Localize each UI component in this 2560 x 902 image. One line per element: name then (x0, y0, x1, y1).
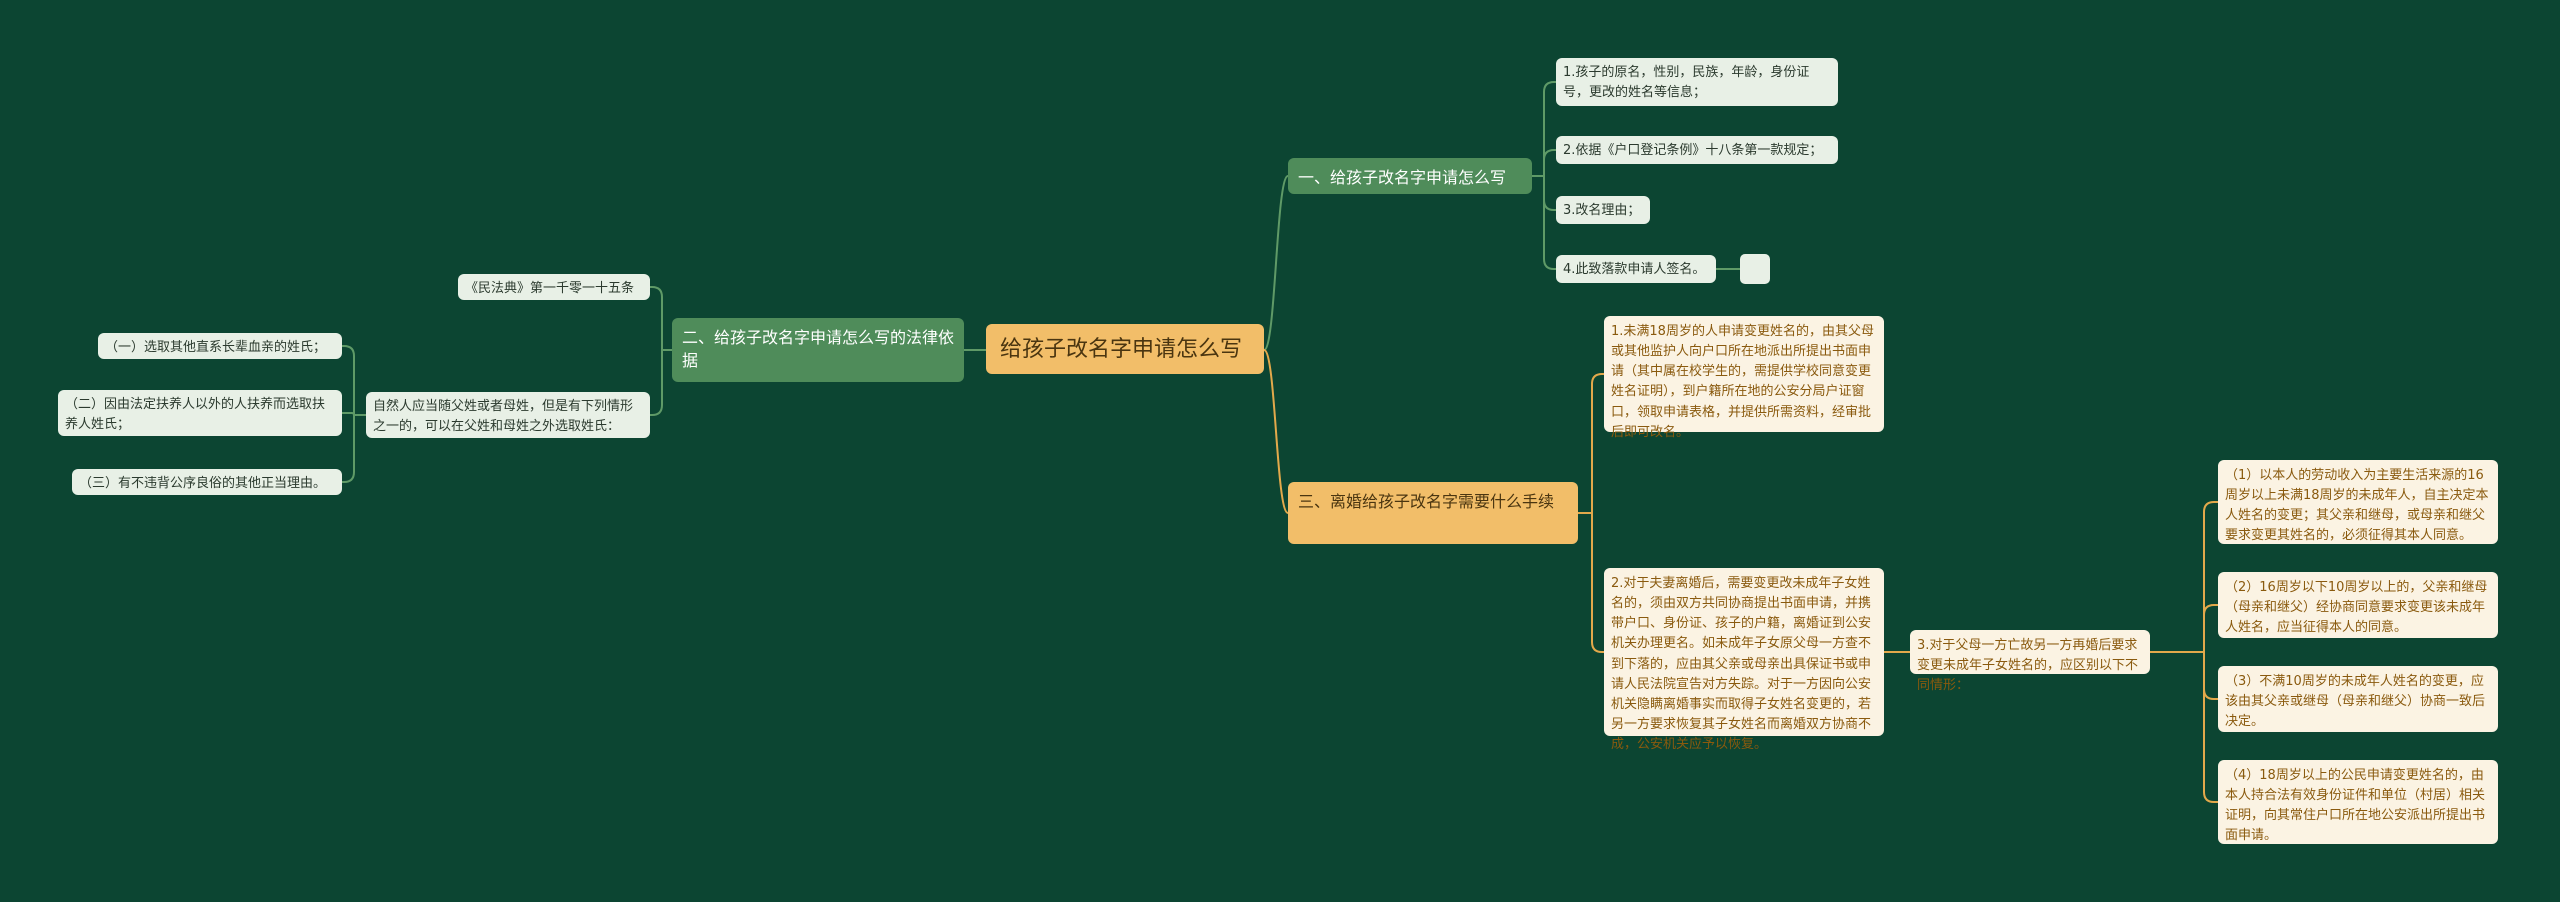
link-b1-1 (1543, 149, 1556, 176)
branch-1-item-4[interactable]: 4.此致落款申请人签名。 (1556, 255, 1716, 283)
link-b1-3 (1543, 176, 1556, 270)
branch-3-item-2[interactable]: 2.对于夫妻离婚后，需要变更改未成年子女姓名的，须由双方共同协商提出书面申请，并… (1604, 568, 1884, 752)
branch-3-topic[interactable]: 三、离婚给孩子改名字需要什么手续 (1288, 482, 1578, 544)
link-b1-2 (1543, 176, 1556, 211)
rule-item-2[interactable]: （二）因由法定扶养人以外的人扶养而选取扶养人姓氏； (58, 390, 342, 436)
link-b3-0 (1591, 373, 1604, 513)
link-b3-1 (1591, 513, 1604, 653)
branch-3-sub-1[interactable]: （1）以本人的劳动收入为主要生活来源的16周岁以上未满18周岁的未成年人，自主决… (2218, 460, 2498, 544)
link-rule-2 (342, 415, 355, 483)
branch-3-sub-3[interactable]: （3）不满10周岁的未成年人姓名的变更，应该由其父亲或继母（母亲和继父）协商一致… (2218, 666, 2498, 732)
branch-3-item-1[interactable]: 1.未满18周岁的人申请变更姓名的，由其父母或其他监护人向户口所在地派出所提出书… (1604, 316, 1884, 440)
law-reference[interactable]: 《民法典》第一千零一十五条 (458, 274, 650, 300)
link-rule-1 (342, 412, 355, 416)
rule-item-3[interactable]: （三）有不违背公序良俗的其他正当理由。 (72, 469, 342, 495)
link-b3-subs-0 (2203, 501, 2218, 652)
link-rule-0 (342, 345, 355, 415)
link-b3-subs-3 (2203, 652, 2218, 803)
link-root-b1 (1263, 175, 1289, 351)
root-topic[interactable]: 给孩子改名字申请怎么写 (986, 324, 1264, 374)
branch-3-sub-2[interactable]: （2）16周岁以下10周岁以上的，父亲和继母（母亲和继父）经协商同意要求变更该未… (2218, 572, 2498, 638)
branch-3-item-3[interactable]: 3.对于父母一方亡故另一方再婚后要求变更未成年子女姓名的，应区别以下不同情形： (1910, 630, 2150, 693)
branch-3-sub-4[interactable]: （4）18周岁以上的公民申请变更姓名的，由本人持合法有效身份证件和单位（村居）相… (2218, 760, 2498, 844)
branch-1-item-1[interactable]: 1.孩子的原名，性别，民族，年龄，身份证号，更改的姓名等信息； (1556, 58, 1838, 106)
rule-item-1[interactable]: （一）选取其他直系长辈血亲的姓氏； (98, 333, 342, 359)
law-rule-text[interactable]: 自然人应当随父姓或者母姓，但是有下列情形之一的，可以在父姓和母姓之外选取姓氏： (366, 392, 650, 438)
link-b2-0 (650, 286, 663, 350)
branch-1-topic[interactable]: 一、给孩子改名字申请怎么写 (1288, 158, 1532, 194)
branch-1-item-2[interactable]: 2.依据《户口登记条例》十八条第一款规定； (1556, 136, 1838, 164)
branch-1-item-3[interactable]: 3.改名理由； (1556, 196, 1650, 224)
link-b3-subs-1 (2203, 604, 2218, 652)
link-b3-subs-2 (2203, 652, 2218, 700)
link-b2-1 (650, 350, 663, 416)
link-root-b3 (1263, 349, 1289, 514)
link-b1-0 (1543, 81, 1556, 176)
connector-lines (342, 81, 2218, 803)
empty-node[interactable] (1740, 254, 1770, 284)
mind-map: 给孩子改名字申请怎么写 一、给孩子改名字申请怎么写 1.孩子的原名，性别，民族，… (0, 0, 2560, 902)
branch-2-topic[interactable]: 二、给孩子改名字申请怎么写的法律依据 (672, 318, 964, 382)
